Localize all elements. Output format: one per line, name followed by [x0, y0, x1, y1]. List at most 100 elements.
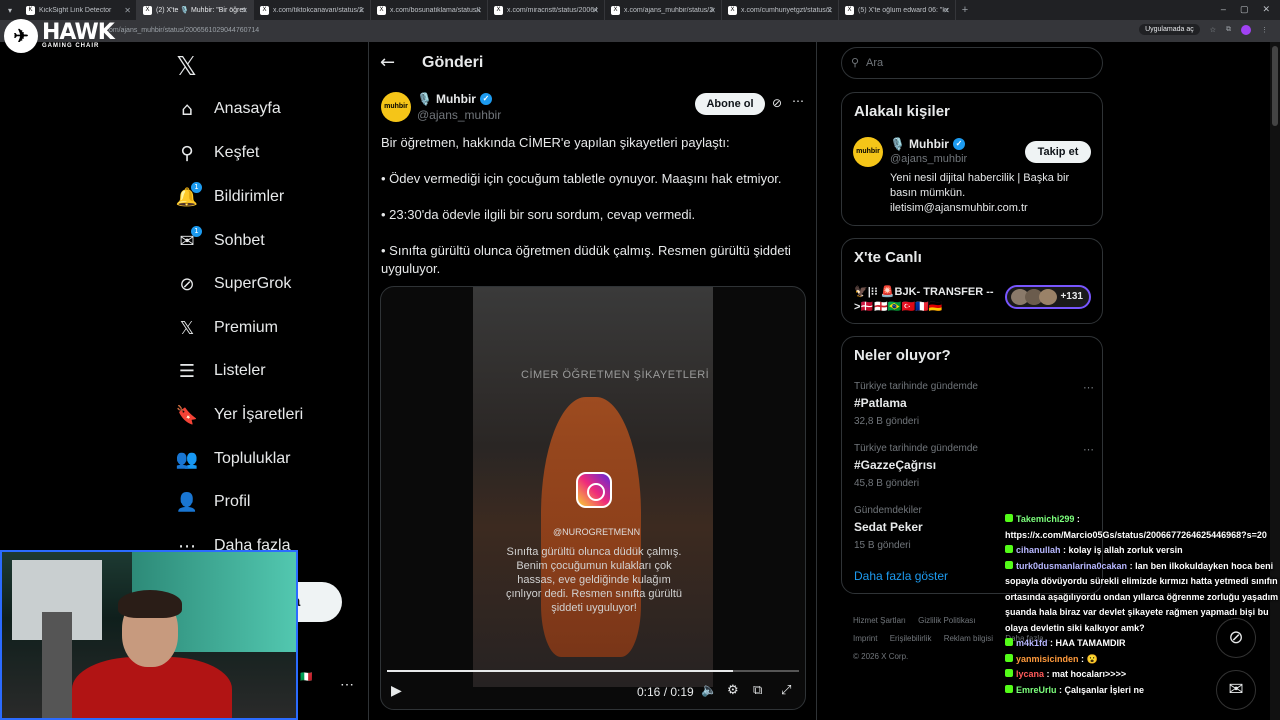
browser-tab[interactable]: X x.com/bosunatiklama/status/20 ✕ — [371, 0, 488, 20]
chat-username[interactable]: yanmisicinden — [1016, 654, 1079, 664]
tab-close-icon[interactable]: ✕ — [241, 6, 248, 15]
open-in-app-button[interactable]: Uygulamada aç — [1139, 24, 1200, 35]
trend-category: Türkiye tarihinde gündemde — [854, 443, 978, 454]
account-more-icon[interactable]: ⋯ — [340, 676, 354, 693]
nav-item-topluluklar[interactable]: 👥 Topluluklar — [175, 444, 291, 474]
close-window-icon[interactable]: ✕ — [1262, 4, 1270, 15]
trend-more-icon[interactable]: ⋯ — [1083, 443, 1094, 456]
post-more-icon[interactable]: ⋯ — [792, 94, 804, 108]
fullscreen-icon[interactable]: ⤢ — [781, 683, 791, 698]
scrollbar-thumb[interactable] — [1272, 46, 1278, 126]
tab-title: x.com/tiktokcanavari/status/20 — [273, 6, 363, 14]
tab-close-icon[interactable]: ✕ — [943, 6, 950, 15]
chat-username[interactable]: cihanullah — [1016, 545, 1061, 555]
url-text[interactable]: x.com/ajans_muhbir/status/20065610290447… — [100, 27, 259, 34]
nav-item-bildirimler[interactable]: 🔔 1 Bildirimler — [176, 182, 284, 212]
related-handle[interactable]: @ajans_muhbir — [890, 153, 967, 165]
volume-icon[interactable]: 🔈 — [701, 683, 717, 698]
chat-username[interactable]: m4k1fd — [1016, 638, 1048, 648]
home-icon: ⌂ — [181, 98, 193, 120]
nav-label: Bildirimler — [214, 188, 285, 205]
star-icon[interactable]: ☆ — [1210, 26, 1216, 34]
trend-category: Türkiye tarihinde gündemde — [854, 381, 978, 392]
nav-item-supergrok[interactable]: ⊘ SuperGrok — [176, 269, 291, 299]
follow-button[interactable]: Takip et — [1025, 141, 1091, 163]
browser-tab[interactable]: X (2) X'te 🎙️ Muhbir: "Bir öğretmen ✕ — [137, 0, 254, 20]
grok-float-icon[interactable]: ⊘ — [1216, 618, 1256, 658]
tab-title: (2) X'te 🎙️ Muhbir: "Bir öğretmen — [156, 7, 246, 14]
nav-item-yer-i̇şaretleri[interactable]: 🔖 Yer İşaretleri — [176, 400, 303, 430]
nav-label: Anasayfa — [214, 100, 281, 117]
instagram-icon — [576, 472, 612, 508]
video-progress-bar[interactable] — [387, 670, 799, 672]
minimize-icon[interactable]: – — [1221, 4, 1226, 15]
new-tab-button[interactable]: + — [956, 4, 974, 16]
chat-badge-icon — [1005, 669, 1013, 677]
nav-item-premium[interactable]: 𝕏 Premium — [176, 313, 278, 343]
show-more-link[interactable]: Daha fazla göster — [854, 569, 948, 583]
bell-icon: 🔔 1 — [176, 182, 202, 208]
tab-close-icon[interactable]: ✕ — [358, 6, 365, 15]
extensions-icon[interactable]: ⧉ — [1226, 26, 1231, 34]
chat-username[interactable]: Takemichi299 — [1016, 514, 1074, 524]
trend-item[interactable]: Türkiye tarihinde gündemde #Patlama 32,8… — [854, 381, 1094, 427]
tab-close-icon[interactable]: ✕ — [826, 6, 833, 15]
post-paragraph: Bir öğretmen, hakkında CİMER'e yapılan ş… — [381, 135, 730, 150]
footer-link[interactable]: Erişilebilirlik — [890, 634, 932, 643]
chat-username[interactable]: lycana — [1016, 669, 1044, 679]
footer-link[interactable]: Gizlilik Politikası — [918, 616, 975, 625]
browser-tab[interactable]: X x.com/cumhuriyetgzt/status/20 ✕ — [722, 0, 839, 20]
nav-item-profil[interactable]: 👤 Profil — [176, 487, 251, 517]
video-progress-fill — [387, 670, 734, 672]
play-icon[interactable]: ▶ — [391, 683, 402, 699]
tab-close-icon[interactable]: ✕ — [592, 6, 599, 15]
author-name[interactable]: 🎙️ Muhbir ✓ — [417, 92, 492, 106]
browser-tab[interactable]: X x.com/miracristt/status/20064 ✕ — [488, 0, 605, 20]
search-input[interactable]: ⚲ Ara — [841, 47, 1103, 79]
subscribe-button[interactable]: Abone ol — [695, 93, 765, 115]
nav-item-sohbet[interactable]: ✉ 1 Sohbet — [176, 226, 265, 256]
maximize-icon[interactable]: ▢ — [1240, 4, 1249, 15]
tab-close-icon[interactable]: ✕ — [475, 6, 482, 15]
trend-item[interactable]: Türkiye tarihinde gündemde #GazzeÇağrısı… — [854, 443, 1094, 489]
browser-menu-icon[interactable]: ⋮ — [1261, 26, 1268, 34]
browser-tab[interactable]: X x.com/tiktokcanavari/status/20 ✕ — [254, 0, 371, 20]
communities-icon: 👥 — [175, 448, 199, 470]
search-icon: ⚲ — [851, 56, 860, 69]
chat-message: Takemichi299 : https://x.com/Marcio05Gs/… — [1005, 514, 1267, 540]
related-avatar[interactable]: muhbir — [853, 137, 883, 167]
author-avatar[interactable]: muhbir — [381, 92, 411, 122]
x-logo-icon[interactable]: 𝕏 — [176, 52, 197, 82]
author-handle[interactable]: @ajans_muhbir — [417, 108, 501, 122]
nav-item-anasayfa[interactable]: ⌂ Anasayfa — [176, 94, 281, 124]
footer-link[interactable]: Reklam bilgisi — [944, 634, 993, 643]
tab-close-icon[interactable]: ✕ — [709, 6, 716, 15]
settings-icon[interactable]: ⚙ — [727, 683, 739, 698]
profile-avatar-icon[interactable] — [1241, 24, 1251, 35]
tab-favicon-icon: X — [611, 5, 620, 15]
live-space-title[interactable]: 🦅|⁝⁝ 🚨BJK- TRANSFER -->🇩🇰🏴󠁧󠁢󠁥󠁮󠁧󠁿🇧🇷🇹🇷🇫🇷🇩🇪 — [854, 285, 994, 315]
grok-icon[interactable]: ⊘ — [772, 96, 782, 110]
live-title: X'te Canlı — [854, 249, 922, 266]
video-controls: ▶ 0:16 / 0:19 🔈 ⚙ ⧉ ⤢ — [381, 681, 805, 705]
nav-item-listeler[interactable]: ☰ Listeler — [176, 356, 266, 386]
picture-in-picture-icon[interactable]: ⧉ — [753, 683, 762, 698]
chat-username[interactable]: EmreUrlu — [1016, 685, 1057, 695]
back-arrow-icon[interactable]: ← — [380, 52, 395, 73]
mail-icon: ✉ 1 — [176, 226, 202, 252]
trend-more-icon[interactable]: ⋯ — [1083, 381, 1094, 394]
video-player[interactable]: CİMER ÖĞRETMEN ŞİKAYETLERİ @NUROGRETMENN… — [380, 286, 806, 710]
footer-link[interactable]: Imprint — [853, 634, 877, 643]
webcam-person-hair — [118, 590, 182, 618]
chat-username[interactable]: turk0dusmanlarina0cakan — [1016, 561, 1127, 571]
browser-tab[interactable]: X (5) X'te oğlum edward 06: "ken ✕ — [839, 0, 956, 20]
messages-float-icon[interactable]: ✉ — [1216, 670, 1256, 710]
live-listeners-badge[interactable]: +131 — [1005, 285, 1091, 309]
trend-name: #Patlama — [854, 396, 907, 410]
browser-tab[interactable]: X x.com/ajans_muhbir/status/20 ✕ — [605, 0, 722, 20]
footer-link[interactable]: Hizmet Şartları — [853, 616, 906, 625]
hawk-logo: ✈ HAWK GAMING CHAIR — [4, 16, 115, 56]
related-name[interactable]: 🎙️ Muhbir ✓ — [890, 137, 965, 151]
tab-close-icon[interactable]: ✕ — [124, 6, 131, 15]
nav-item-keşfet[interactable]: ⚲ Keşfet — [176, 138, 259, 168]
